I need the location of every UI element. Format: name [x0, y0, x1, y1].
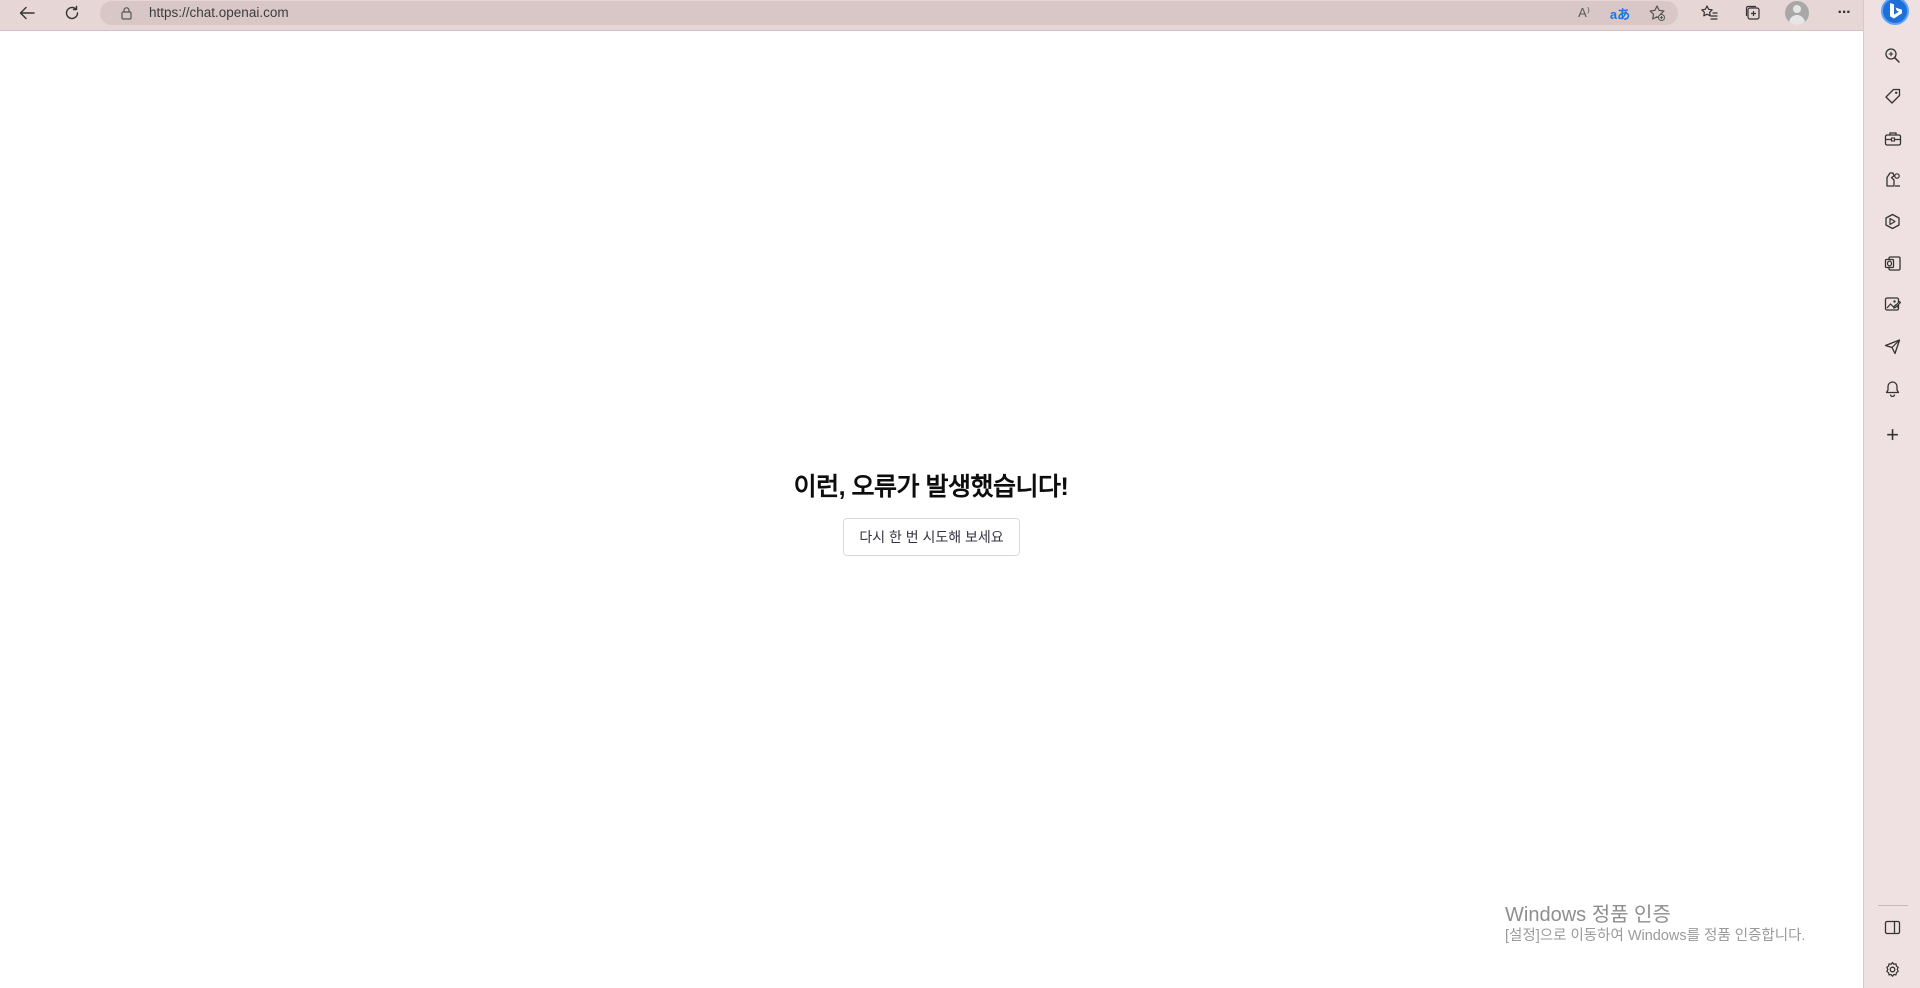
retry-button[interactable]: 다시 한 번 시도해 보세요 — [843, 518, 1020, 556]
outlook-icon — [1884, 255, 1901, 271]
refresh-icon — [65, 5, 79, 20]
more-icon: ··· — [1837, 4, 1852, 21]
sidebar-office-button[interactable] — [1864, 208, 1920, 234]
windows-activation-subtitle: [설정]으로 이동하여 Windows를 정품 인증합니다. — [1505, 928, 1806, 944]
back-icon — [19, 6, 35, 20]
office-icon — [1885, 213, 1900, 229]
add-favorite-icon[interactable] — [1646, 3, 1668, 23]
add-icon: + — [1886, 422, 1899, 447]
sidebar-games-button[interactable] — [1864, 166, 1920, 192]
sidebar-send-button[interactable] — [1864, 333, 1920, 359]
favorites-button[interactable] — [1694, 1, 1724, 25]
edge-sidebar: + — [1863, 0, 1920, 988]
games-icon — [1886, 171, 1900, 187]
address-bar[interactable]: https://chat.openai.com A⁾ aあ — [100, 1, 1678, 25]
sidebar-image-creator-button[interactable] — [1864, 291, 1920, 317]
collections-icon — [1745, 5, 1760, 20]
read-aloud-icon[interactable]: A⁾ — [1573, 3, 1595, 23]
translate-label: aあ — [1609, 6, 1631, 22]
sidebar-settings-button[interactable] — [1864, 956, 1920, 982]
image-creator-icon — [1884, 296, 1901, 311]
shopping-tag-icon — [1885, 88, 1901, 104]
sidebar-tools-button[interactable] — [1864, 125, 1920, 151]
translate-icon[interactable]: aあ — [1609, 3, 1631, 23]
favorites-icon — [1701, 5, 1718, 20]
more-button[interactable]: ··· — [1829, 1, 1859, 25]
split-screen-icon — [1884, 920, 1901, 934]
lock-icon[interactable] — [118, 5, 134, 21]
url-text[interactable]: https://chat.openai.com — [149, 5, 289, 21]
error-title: 이런, 오류가 발생했습니다! — [793, 473, 1069, 501]
sidebar-notification-button[interactable] — [1864, 375, 1920, 401]
read-aloud-label: A⁾ — [1578, 5, 1590, 20]
back-button[interactable] — [10, 0, 44, 26]
sidebar-divider — [1878, 905, 1908, 906]
send-icon — [1884, 338, 1901, 354]
refresh-button[interactable] — [55, 0, 89, 26]
windows-activation-title: Windows 정품 인증 — [1505, 904, 1671, 926]
notification-bell-icon — [1885, 380, 1900, 397]
sidebar-shopping-button[interactable] — [1864, 83, 1920, 109]
sidebar-add-button[interactable]: + — [1864, 422, 1920, 448]
bing-icon — [1890, 3, 1902, 19]
bing-chat-button[interactable] — [1881, 0, 1909, 25]
browser-toolbar: https://chat.openai.com A⁾ aあ ··· — [0, 0, 1920, 31]
sidebar-outlook-button[interactable] — [1864, 250, 1920, 276]
collections-button[interactable] — [1738, 1, 1768, 25]
profile-avatar[interactable] — [1785, 1, 1809, 25]
tools-icon — [1884, 131, 1901, 146]
search-icon — [1885, 47, 1900, 63]
sidebar-split-screen-button[interactable] — [1864, 914, 1920, 940]
sidebar-search-button[interactable] — [1864, 42, 1920, 68]
settings-icon — [1886, 961, 1899, 977]
